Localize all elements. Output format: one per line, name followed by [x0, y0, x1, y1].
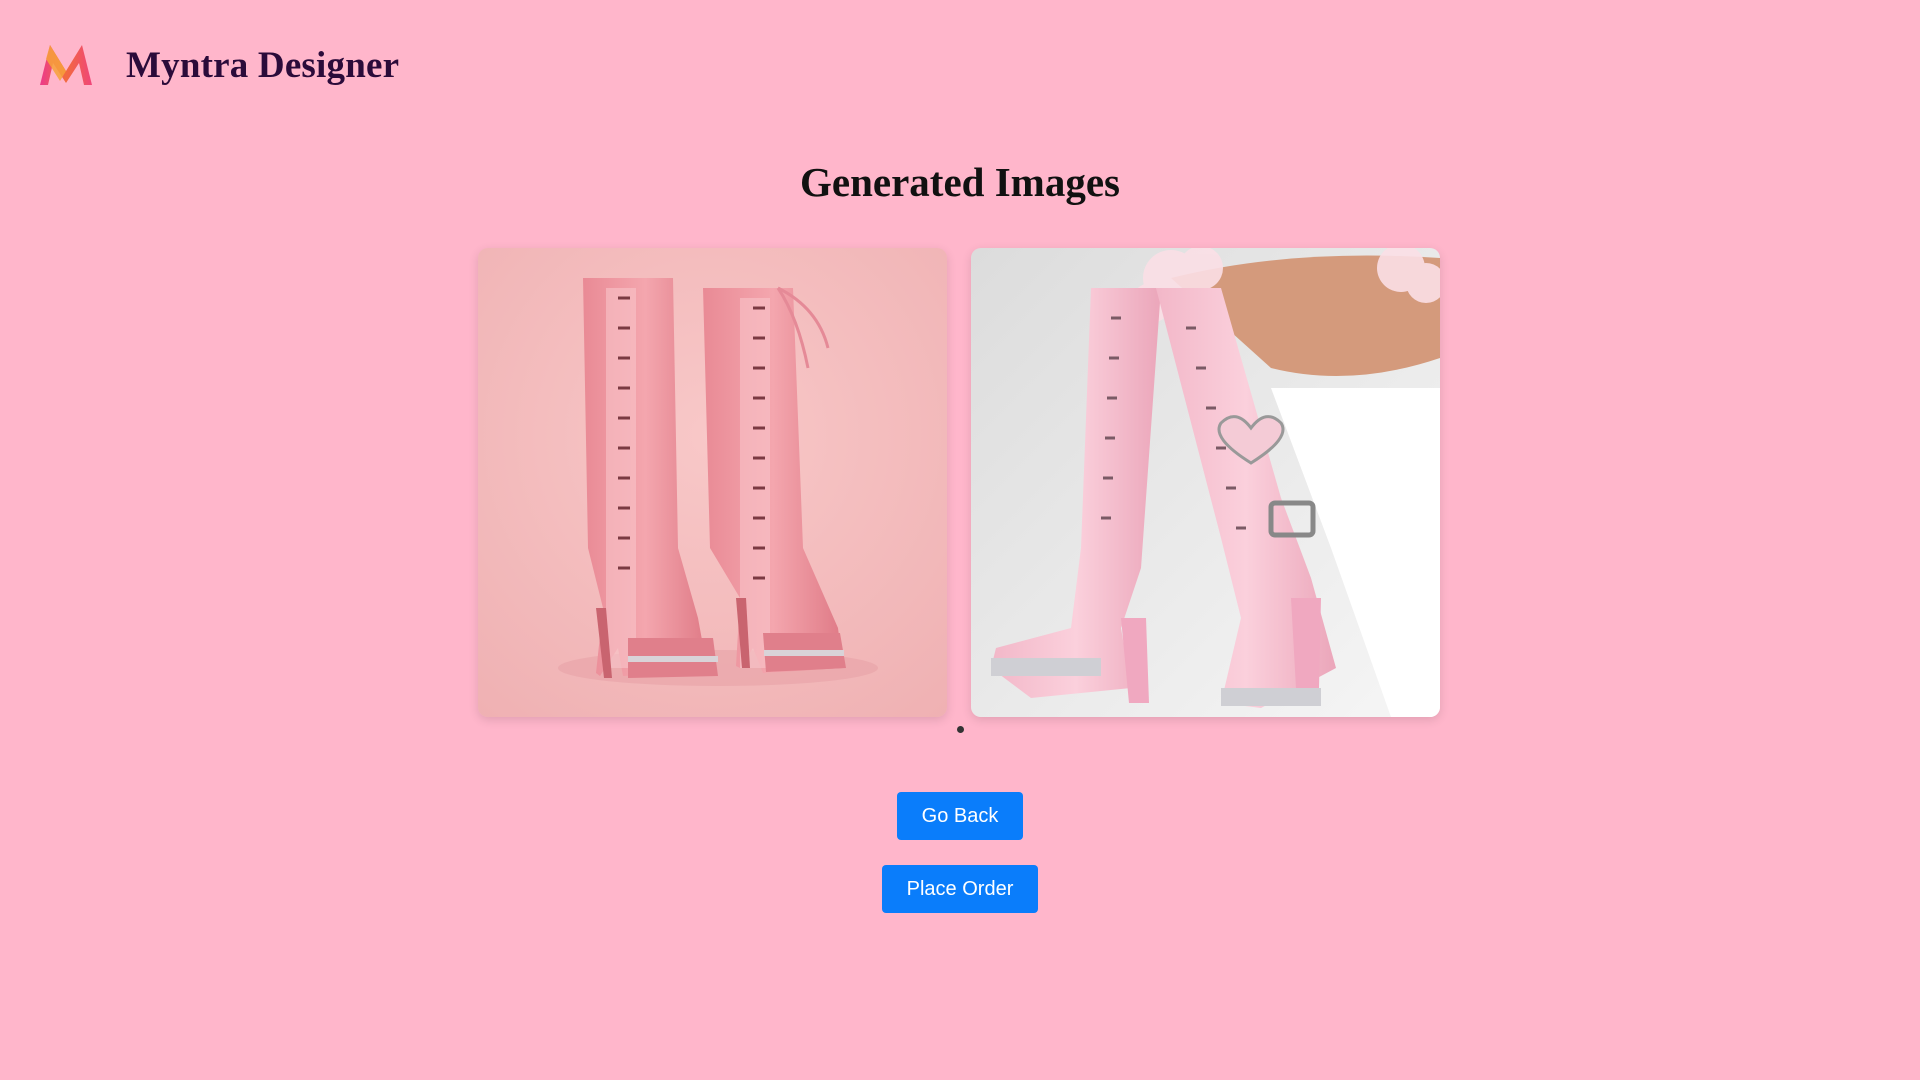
pink-lace-up-boots-image [478, 248, 947, 717]
page-title: Generated Images [800, 159, 1120, 205]
generated-image-1[interactable] [478, 248, 947, 717]
place-order-button[interactable]: Place Order [882, 865, 1038, 913]
pink-knee-high-boots-image [971, 248, 1440, 717]
myntra-logo-icon[interactable] [36, 41, 96, 89]
header: Myntra Designer [36, 30, 399, 100]
carousel-dot[interactable] [957, 726, 964, 733]
go-back-button[interactable]: Go Back [897, 792, 1023, 840]
image-gallery [478, 248, 1442, 718]
generated-image-2[interactable] [971, 248, 1440, 717]
brand-title: Myntra Designer [126, 44, 400, 86]
